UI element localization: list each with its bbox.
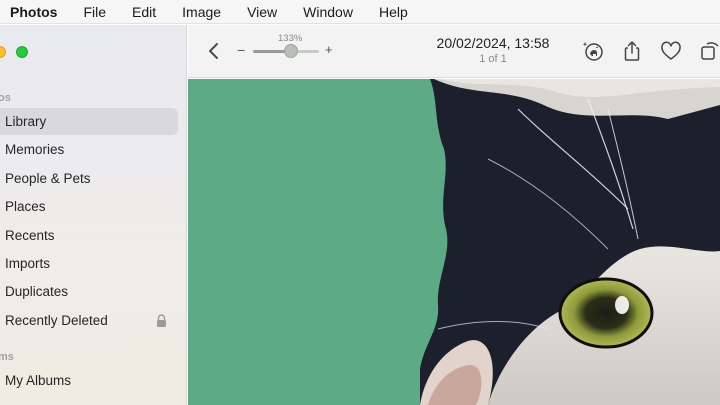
toolbar: 133% − + 20/02/2024, 13:58 1 of 1 [188, 25, 720, 78]
share-icon[interactable] [620, 39, 644, 63]
sidebar-item-my-albums[interactable]: My Albums [0, 367, 178, 394]
photo-count: 1 of 1 [479, 53, 507, 65]
sidebar-item-library[interactable]: Library [0, 108, 178, 135]
menu-bar: Photos File Edit Image View Window Help [0, 0, 720, 24]
zoom-window-button[interactable] [16, 46, 28, 58]
photo-date: 20/02/2024, 13:58 [436, 35, 550, 51]
photo-viewer[interactable] [188, 79, 720, 405]
sidebar-item-memories[interactable]: Memories [0, 136, 178, 163]
sidebar-item-label: Library [5, 114, 47, 129]
zoom-slider-thumb[interactable] [284, 44, 299, 58]
menu-file[interactable]: File [83, 0, 106, 24]
menu-view[interactable]: View [247, 0, 277, 24]
rotate-icon[interactable] [698, 39, 720, 63]
zoom-in-button[interactable]: + [325, 42, 333, 57]
sidebar-item-label: My Albums [5, 373, 72, 388]
back-chevron-icon[interactable] [206, 41, 222, 61]
sidebar-item-label: Places [5, 199, 46, 214]
sidebar-item-label: Memories [5, 142, 65, 157]
menu-app-photos[interactable]: Photos [10, 0, 57, 24]
sidebar-section-photos-header: os [0, 92, 11, 104]
menu-help[interactable]: Help [379, 0, 408, 24]
sidebar-item-label: People & Pets [5, 171, 91, 186]
sidebar-item-label: Recently Deleted [5, 313, 108, 328]
zoom-level-label: 133% [278, 33, 303, 44]
sidebar-item-people-pets[interactable]: People & Pets [0, 165, 178, 192]
sidebar-item-places[interactable]: Places [0, 193, 178, 220]
sidebar-item-label: Recents [5, 228, 55, 243]
minimize-window-button[interactable] [0, 46, 6, 58]
lock-icon [157, 314, 166, 327]
sidebar-section-albums-header: ms [0, 351, 14, 363]
sidebar: os Library Memories People & Pets Places… [0, 25, 187, 405]
sidebar-item-label: Duplicates [5, 284, 69, 299]
sidebar-item-duplicates[interactable]: Duplicates [0, 278, 178, 305]
zoom-out-button[interactable]: − [237, 42, 245, 58]
menu-edit[interactable]: Edit [132, 0, 156, 24]
menu-image[interactable]: Image [182, 0, 221, 24]
sidebar-item-recents[interactable]: Recents [0, 222, 178, 249]
sidebar-item-recently-deleted[interactable]: Recently Deleted [0, 307, 178, 334]
menu-window[interactable]: Window [303, 0, 353, 24]
cat-photo [188, 79, 720, 405]
visual-lookup-pet-icon[interactable] [581, 39, 605, 63]
sidebar-item-imports[interactable]: Imports [0, 250, 178, 277]
heart-icon[interactable] [659, 39, 683, 63]
sidebar-item-label: Imports [5, 256, 51, 271]
